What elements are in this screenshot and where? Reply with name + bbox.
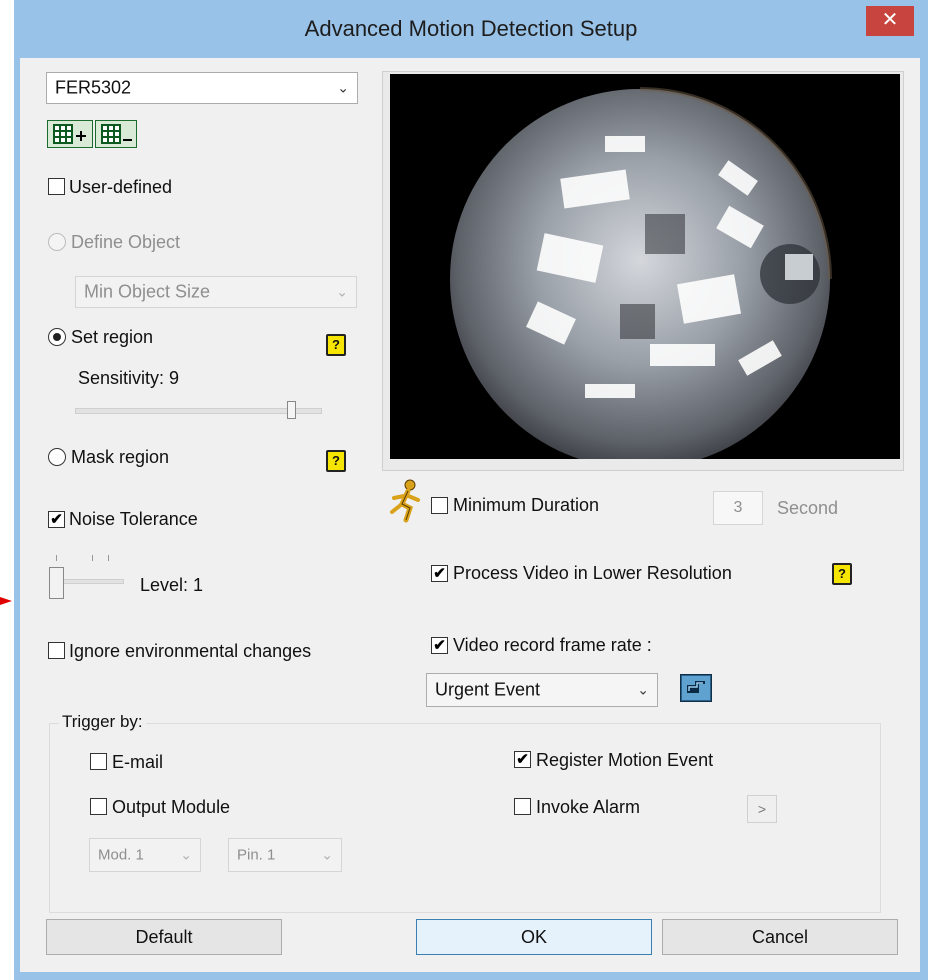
close-button[interactable]: ✕ [866,6,914,36]
mask-region-radio[interactable] [48,448,66,466]
minimum-duration-label: Minimum Duration [453,495,600,515]
sensitivity-label: Sensitivity: 9 [78,368,180,388]
frame-rate-checkbox[interactable]: ✔ [431,637,448,654]
chevron-down-icon: ⌄ [321,846,333,863]
frame-rate-select-value: Urgent Event [435,679,541,700]
minimum-duration-checkbox[interactable] [431,497,448,514]
module-select[interactable]: Mod. 1 ⌄ [89,838,201,872]
video-preview-frame [382,71,904,471]
object-size-select[interactable]: Min Object Size ⌄ [75,276,357,308]
chevron-down-icon: ⌄ [336,283,348,300]
register-motion-checkbox[interactable]: ✔ [514,751,531,768]
slider-tick [56,555,57,561]
module-select-value: Mod. 1 [98,846,144,864]
noise-level-label: Level: 1 [140,575,204,595]
window-title: Advanced Motion Detection Setup [304,16,638,41]
camera-select[interactable]: FER5302 ⌄ [46,72,358,104]
frame-rate-label: Video record frame rate : [453,635,652,655]
mask-region-label: Mask region [71,447,170,467]
alarm-settings-button[interactable]: > [747,795,777,823]
slider-tick [108,555,109,561]
object-size-value: Min Object Size [84,281,211,302]
chevron-down-icon: ⌄ [637,681,649,698]
pointing-hand-icon[interactable] [680,674,712,702]
slider-tick [92,555,93,561]
minimum-duration-input[interactable]: 3 [713,491,763,525]
noise-level-slider[interactable] [46,555,124,605]
set-region-label: Set region [71,327,154,347]
slider-track [75,408,322,414]
slider-thumb[interactable] [49,567,64,599]
ignore-env-checkbox[interactable] [48,642,65,659]
noise-tolerance-label: Noise Tolerance [69,509,198,529]
define-object-radio[interactable] [48,233,66,251]
ok-button[interactable]: OK [416,919,652,955]
default-button[interactable]: Default [46,919,282,955]
set-region-help-icon[interactable]: ? [326,334,346,356]
running-man-icon [386,478,426,524]
ignore-env-label: Ignore environmental changes [69,641,312,661]
frame-rate-select[interactable]: Urgent Event ⌄ [426,673,658,707]
grid-remove-icon[interactable] [95,120,137,148]
output-module-checkbox[interactable] [90,798,107,815]
lower-resolution-label: Process Video in Lower Resolution [453,563,732,583]
cancel-button[interactable]: Cancel [662,919,898,955]
pin-select[interactable]: Pin. 1 ⌄ [228,838,342,872]
output-module-label: Output Module [112,797,231,817]
set-region-radio[interactable] [48,328,66,346]
camera-select-value: FER5302 [55,77,132,98]
invoke-alarm-checkbox[interactable] [514,798,531,815]
slider-thumb[interactable] [287,401,296,419]
chevron-down-icon: ⌄ [337,79,349,96]
noise-tolerance-checkbox[interactable]: ✔ [48,511,65,528]
register-motion-label: Register Motion Event [536,750,714,770]
chevron-down-icon: ⌄ [180,846,192,863]
title-bar: Advanced Motion Detection Setup ✕ [14,0,928,58]
lower-resolution-checkbox[interactable]: ✔ [431,565,448,582]
define-object-label: Define Object [71,232,181,252]
grid-add-icon[interactable] [47,120,93,148]
fisheye-camera-view[interactable] [390,74,900,459]
minimum-duration-unit: Second [777,498,839,518]
mask-region-help-icon[interactable]: ? [326,450,346,472]
lower-resolution-help-icon[interactable]: ? [832,563,852,585]
dialog-body: FER5302 ⌄ User-defined Define Object Min… [20,58,920,972]
trigger-group-label: Trigger by: [59,712,146,732]
dialog-window: Advanced Motion Detection Setup ✕ FER530… [14,0,928,980]
user-defined-checkbox[interactable] [48,178,65,195]
pointer-arrow-icon [0,592,14,606]
email-checkbox[interactable] [90,753,107,770]
sensitivity-slider[interactable] [75,398,322,422]
pin-select-value: Pin. 1 [237,846,276,864]
email-label: E-mail [112,752,164,772]
invoke-alarm-label: Invoke Alarm [536,797,641,817]
user-defined-label: User-defined [69,177,173,197]
